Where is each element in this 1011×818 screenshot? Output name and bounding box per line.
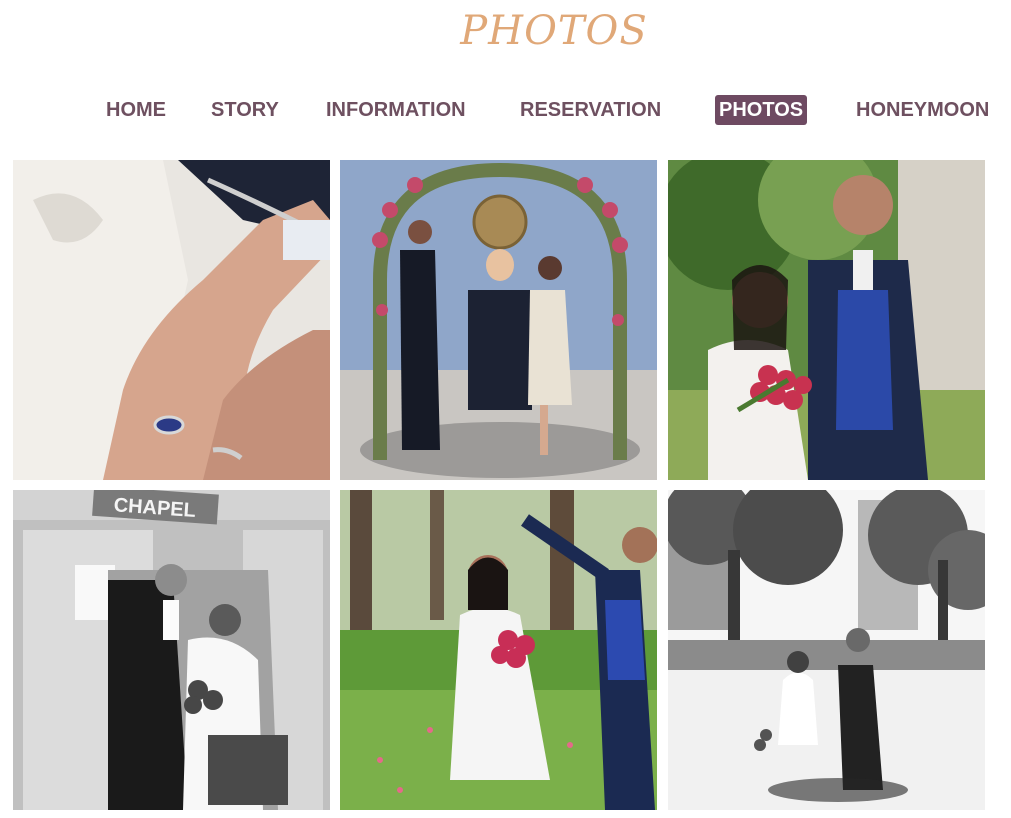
photo-couple-walking[interactable] <box>668 490 985 810</box>
page-title: PHOTOS <box>460 8 648 54</box>
photo-hands-rings[interactable] <box>13 160 330 480</box>
photo-ceremony-arch-image <box>340 160 657 480</box>
photo-chapel-door-image: CHAPEL <box>13 490 330 810</box>
photo-couple-roses[interactable] <box>668 160 985 480</box>
nav-photos[interactable]: PHOTOS <box>715 95 808 125</box>
photo-petals-park[interactable] <box>340 490 657 810</box>
nav-honeymoon[interactable]: HONEYMOON <box>852 95 993 125</box>
nav-reservation[interactable]: RESERVATION <box>516 95 665 125</box>
photo-hands-rings-image <box>13 160 330 480</box>
photo-petals-park-image <box>340 490 657 810</box>
photo-couple-walking-image <box>668 490 985 810</box>
nav-information[interactable]: INFORMATION <box>322 95 470 125</box>
nav-home[interactable]: HOME <box>102 95 170 125</box>
photo-couple-roses-image <box>668 160 985 480</box>
photo-chapel-door[interactable]: CHAPEL <box>13 490 330 810</box>
nav-story[interactable]: STORY <box>207 95 283 125</box>
photo-ceremony-arch[interactable] <box>340 160 657 480</box>
